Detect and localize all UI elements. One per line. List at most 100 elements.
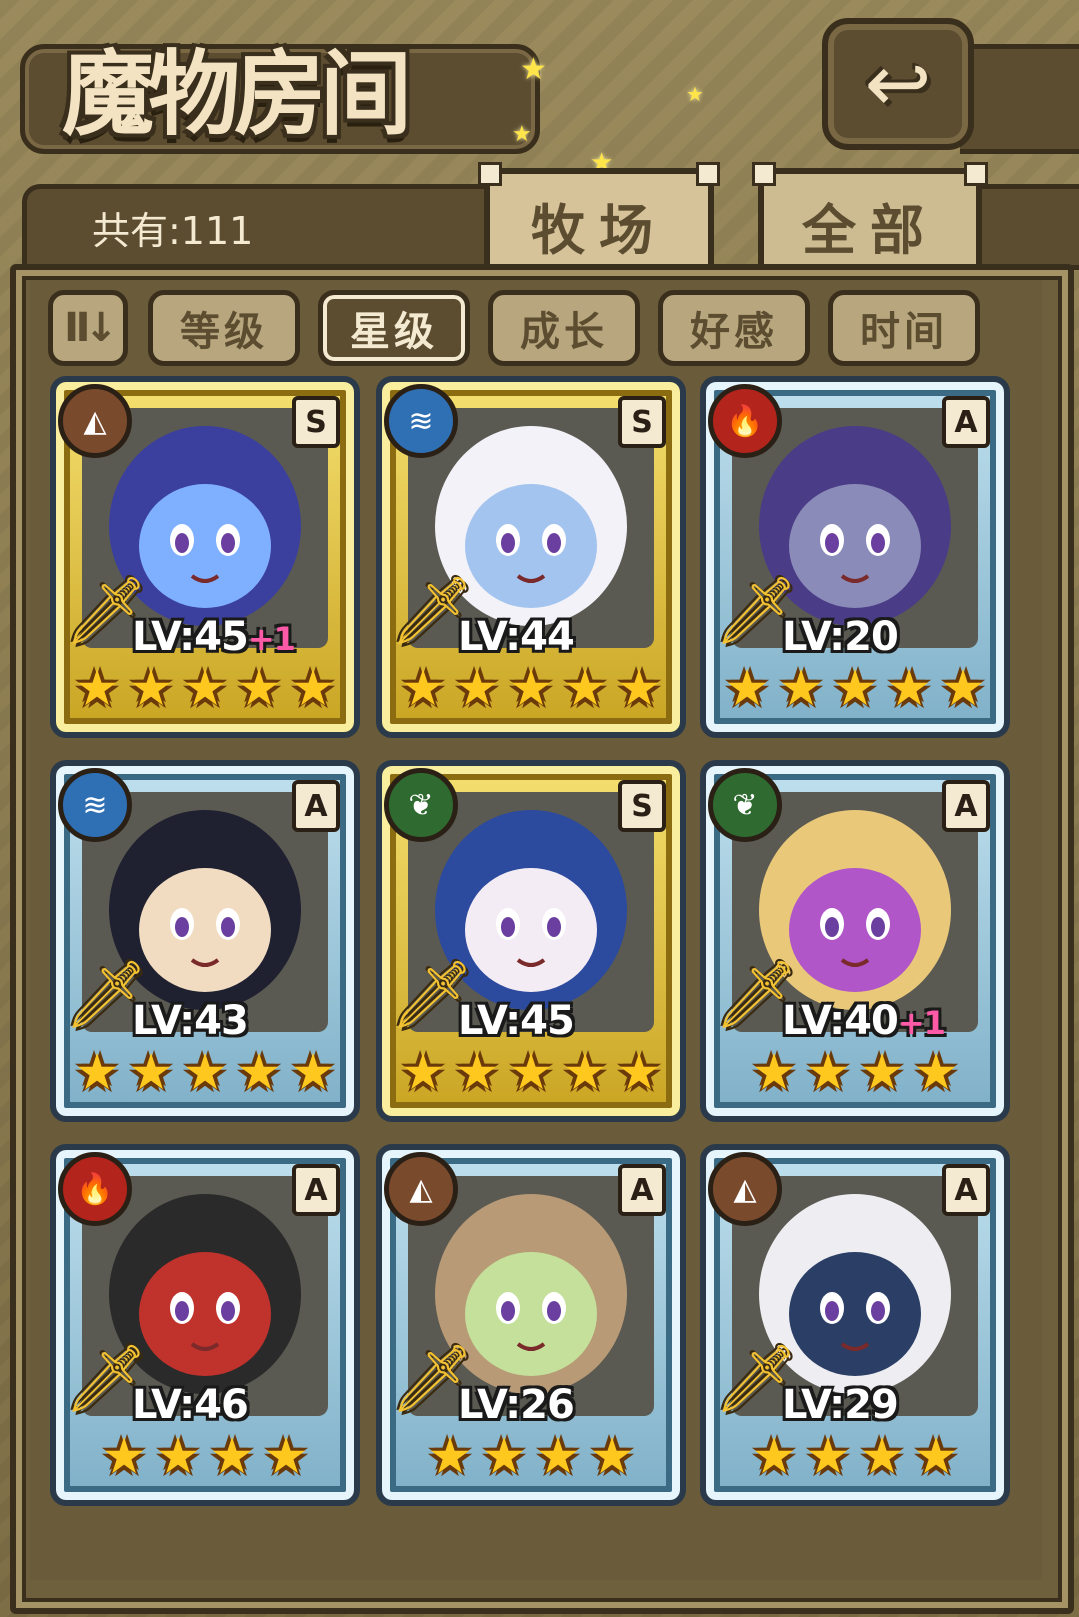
star-icon: ★ <box>128 659 174 717</box>
level-text: LV:20 <box>782 614 899 660</box>
star-icon: ★ <box>74 659 120 717</box>
star-icon: ★ <box>400 659 446 717</box>
sort-affection-label: 好感 <box>690 309 778 355</box>
star-rating: ★ ★ ★ ★ <box>56 1430 354 1492</box>
star-rating: ★ ★ ★ ★ <box>706 1046 1004 1108</box>
level-text: LV:43 <box>132 998 249 1044</box>
rank-badge: S <box>618 396 666 448</box>
monster-level: LV:43 <box>132 998 249 1044</box>
monster-level: LV:20 <box>782 614 899 660</box>
sparkle-star-icon: ★ <box>512 122 532 147</box>
star-icon: ★ <box>101 1427 147 1485</box>
fire-icon: 🔥 <box>708 384 782 458</box>
sparkle-star-icon: ★ <box>686 82 704 106</box>
water-icon: ≋ <box>384 384 458 458</box>
earth-icon: ◭ <box>58 384 132 458</box>
level-text: LV:44 <box>458 614 575 660</box>
monster-card[interactable]: 🔥 A 🗡 LV:20 ★ ★ ★ ★ ★ <box>700 376 1010 738</box>
monster-card[interactable]: ◭ A 🗡 LV:26 ★ ★ ★ ★ <box>376 1144 686 1506</box>
star-icon: ★ <box>481 1427 527 1485</box>
sort-time-label: 时间 <box>860 309 948 355</box>
sort-order-icon: Ⅱ↓ <box>64 305 118 351</box>
monster-card[interactable]: ❦ A 🗡 LV:40+1 ★ ★ ★ ★ <box>700 760 1010 1122</box>
rank-badge: S <box>618 780 666 832</box>
monster-card[interactable]: ◭ S 🗡 LV:45+1 ★ ★ ★ ★ ★ <box>50 376 360 738</box>
sort-growth-label: 成长 <box>520 309 608 355</box>
star-icon: ★ <box>859 1043 905 1101</box>
page-title: 魔物房间 <box>62 40 412 148</box>
monster-card[interactable]: 🔥 A 🗡 LV:46 ★ ★ ★ ★ <box>50 1144 360 1506</box>
level-text: LV:45 <box>132 614 249 660</box>
star-icon: ★ <box>616 659 662 717</box>
star-icon: ★ <box>724 659 770 717</box>
level-text: LV:46 <box>132 1382 249 1428</box>
wood-icon: ❦ <box>384 768 458 842</box>
star-icon: ★ <box>751 1043 797 1101</box>
monster-level: LV:29 <box>782 1382 899 1428</box>
tab-corner <box>752 162 776 186</box>
sort-growth-button[interactable]: 成长 <box>488 290 640 366</box>
level-bonus: +1 <box>247 620 296 658</box>
rank-badge: A <box>292 1164 340 1216</box>
monster-level: LV:46 <box>132 1382 249 1428</box>
monster-card[interactable]: ≋ A 🗡 LV:43 ★ ★ ★ ★ ★ <box>50 760 360 1122</box>
fire-icon: 🔥 <box>58 1152 132 1226</box>
star-rating: ★ ★ ★ ★ ★ <box>56 1046 354 1108</box>
star-rating: ★ ★ ★ ★ ★ <box>382 1046 680 1108</box>
tab-all-label: 全部 <box>802 198 938 262</box>
monster-card[interactable]: ◭ A 🗡 LV:29 ★ ★ ★ ★ <box>700 1144 1010 1506</box>
sort-level-button[interactable]: 等级 <box>148 290 300 366</box>
rank-badge: A <box>618 1164 666 1216</box>
star-icon: ★ <box>128 1043 174 1101</box>
monster-level: LV:45+1 <box>132 614 296 660</box>
tab-bar-extension <box>978 184 1079 270</box>
tab-corner <box>478 162 502 186</box>
monster-level: LV:44 <box>458 614 575 660</box>
star-rating: ★ ★ ★ ★ ★ <box>56 662 354 724</box>
level-text: LV:26 <box>458 1382 575 1428</box>
sort-level-label: 等级 <box>180 309 268 355</box>
back-arrow-icon: ↩ <box>864 37 932 130</box>
rank-badge: A <box>292 780 340 832</box>
star-icon: ★ <box>508 659 554 717</box>
level-text: LV:45 <box>458 998 575 1044</box>
star-icon: ★ <box>182 1043 228 1101</box>
star-icon: ★ <box>400 1043 446 1101</box>
sort-time-button[interactable]: 时间 <box>828 290 980 366</box>
back-button[interactable]: ↩ <box>822 18 974 150</box>
star-icon: ★ <box>940 659 986 717</box>
level-text: LV:29 <box>782 1382 899 1428</box>
star-icon: ★ <box>508 1043 554 1101</box>
rank-badge: A <box>942 1164 990 1216</box>
monster-level: LV:45 <box>458 998 575 1044</box>
star-icon: ★ <box>290 659 336 717</box>
star-icon: ★ <box>886 659 932 717</box>
earth-icon: ◭ <box>708 1152 782 1226</box>
star-icon: ★ <box>236 1043 282 1101</box>
rank-badge: A <box>942 396 990 448</box>
star-icon: ★ <box>805 1427 851 1485</box>
star-icon: ★ <box>209 1427 255 1485</box>
sort-affection-button[interactable]: 好感 <box>658 290 810 366</box>
sort-star-label: 星级 <box>350 309 438 355</box>
monster-card[interactable]: ≋ S 🗡 LV:44 ★ ★ ★ ★ ★ <box>376 376 686 738</box>
monster-level: LV:40+1 <box>782 998 946 1044</box>
rank-badge: A <box>942 780 990 832</box>
tab-ranch-label: 牧场 <box>531 198 667 262</box>
rank-badge: S <box>292 396 340 448</box>
star-icon: ★ <box>155 1427 201 1485</box>
sort-star-button[interactable]: 星级 <box>318 290 470 366</box>
tab-corner <box>964 162 988 186</box>
star-rating: ★ ★ ★ ★ <box>382 1430 680 1492</box>
star-icon: ★ <box>263 1427 309 1485</box>
level-bonus: +1 <box>897 1004 946 1042</box>
level-text: LV:40 <box>782 998 899 1044</box>
monster-card[interactable]: ❦ S 🗡 LV:45 ★ ★ ★ ★ ★ <box>376 760 686 1122</box>
star-icon: ★ <box>589 1427 635 1485</box>
monster-count: 共有:111 <box>92 209 254 253</box>
star-icon: ★ <box>427 1427 473 1485</box>
star-icon: ★ <box>859 1427 905 1485</box>
star-icon: ★ <box>182 659 228 717</box>
star-icon: ★ <box>778 659 824 717</box>
sort-order-button[interactable]: Ⅱ↓ <box>48 290 128 366</box>
